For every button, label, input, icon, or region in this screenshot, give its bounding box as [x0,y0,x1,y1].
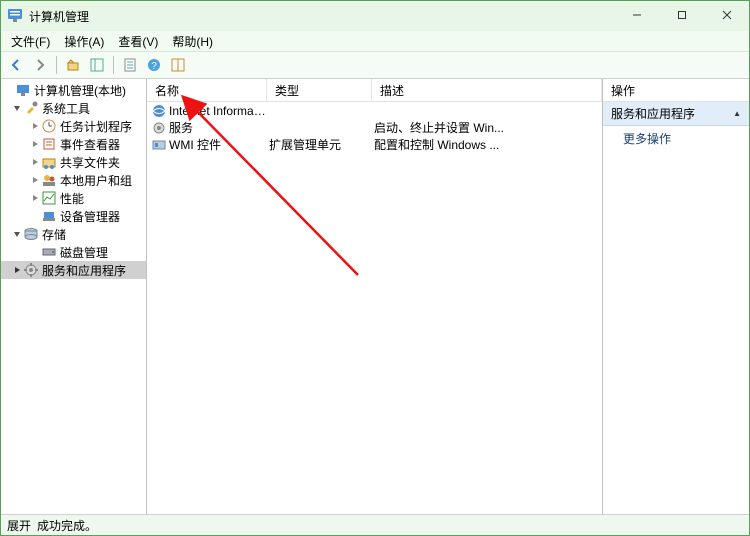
clock-icon [41,118,57,134]
tree-label: 本地用户和组 [60,172,132,189]
services-icon [23,262,39,278]
list-row-iis[interactable]: Internet Information... [147,102,602,119]
close-button[interactable] [704,1,749,29]
tree-task-scheduler[interactable]: 任务计划程序 [1,117,146,135]
cell-desc: 配置和控制 Windows ... [374,136,602,153]
toolbar-separator [113,56,114,74]
expand-icon[interactable] [29,174,41,186]
tree-label: 系统工具 [42,100,90,117]
expand-icon[interactable] [29,156,41,168]
expand-icon[interactable] [29,120,41,132]
toolbar: ? [1,51,749,79]
collapse-icon[interactable] [11,102,23,114]
action-more[interactable]: 更多操作 [603,126,749,151]
tree-performance[interactable]: 性能 [1,189,146,207]
window-title: 计算机管理 [29,8,89,25]
menu-action[interactable]: 操作(A) [58,31,110,52]
device-icon [41,208,57,224]
titlebar: 计算机管理 [1,1,749,31]
disk-icon [41,244,57,260]
folder-share-icon [41,154,57,170]
toolbar-separator [56,56,57,74]
up-button[interactable] [62,54,84,76]
back-button[interactable] [5,54,27,76]
cell-type: 扩展管理单元 [269,136,374,153]
cell-name: WMI 控件 [169,136,269,153]
tree-pane[interactable]: 计算机管理(本地) 系统工具 任务计划程序 事件查看器 [1,79,147,514]
cell-name: Internet Information... [169,104,269,118]
svg-text:?: ? [151,61,157,72]
performance-icon [41,190,57,206]
cell-desc: 启动、终止并设置 Win... [374,119,602,136]
status-label: 展开 [7,517,31,534]
tree-label: 任务计划程序 [60,118,132,135]
expand-icon[interactable] [29,192,41,204]
expand-icon[interactable] [29,138,41,150]
tree-local-users[interactable]: 本地用户和组 [1,171,146,189]
iis-icon [151,103,167,119]
list-row-services[interactable]: 服务 启动、终止并设置 Win... [147,119,602,136]
tree-disk-management[interactable]: 磁盘管理 [1,243,146,261]
refresh-button[interactable] [167,54,189,76]
users-icon [41,172,57,188]
collapse-icon[interactable] [11,228,23,240]
column-type[interactable]: 类型 [267,79,372,101]
caret-up-icon: ▲ [733,109,741,118]
tree-label: 磁盘管理 [60,244,108,261]
menubar: 文件(F) 操作(A) 查看(V) 帮助(H) [1,31,749,51]
actions-title: 操作 [603,79,749,102]
window-frame: 计算机管理 文件(F) 操作(A) 查看(V) 帮助(H) [0,0,750,536]
show-hide-tree-button[interactable] [86,54,108,76]
computer-icon [15,82,31,98]
actions-pane: 操作 服务和应用程序 ▲ 更多操作 [603,79,749,514]
statusbar: 展开 成功完成。 [1,514,749,535]
tree-system-tools[interactable]: 系统工具 [1,99,146,117]
status-text: 成功完成。 [37,517,97,534]
maximize-button[interactable] [659,1,704,29]
list-pane: 名称 类型 描述 Internet Information... 服务 启动、终… [147,79,603,514]
wmi-icon [151,137,167,153]
menu-help[interactable]: 帮助(H) [166,31,219,52]
tree-label: 服务和应用程序 [42,262,126,279]
help-button[interactable]: ? [143,54,165,76]
tree-device-manager[interactable]: 设备管理器 [1,207,146,225]
list-header: 名称 类型 描述 [147,79,602,102]
storage-icon [23,226,39,242]
column-name[interactable]: 名称 [147,79,267,101]
forward-button[interactable] [29,54,51,76]
tree-label: 事件查看器 [60,136,120,153]
minimize-button[interactable] [614,1,659,29]
tree-label: 性能 [60,190,84,207]
gear-icon [151,120,167,136]
properties-button[interactable] [119,54,141,76]
body: 计算机管理(本地) 系统工具 任务计划程序 事件查看器 [1,79,749,514]
tree-root-label: 计算机管理(本地) [34,82,126,99]
tree-label: 设备管理器 [60,208,120,225]
tree-storage[interactable]: 存储 [1,225,146,243]
cell-name: 服务 [169,119,269,136]
tree-shared-folders[interactable]: 共享文件夹 [1,153,146,171]
list-row-wmi[interactable]: WMI 控件 扩展管理单元 配置和控制 Windows ... [147,136,602,153]
tree-root[interactable]: 计算机管理(本地) [1,81,146,99]
event-icon [41,136,57,152]
tree-label: 存储 [42,226,66,243]
menu-file[interactable]: 文件(F) [5,31,56,52]
tools-icon [23,100,39,116]
list-body[interactable]: Internet Information... 服务 启动、终止并设置 Win.… [147,102,602,514]
column-desc[interactable]: 描述 [372,79,602,101]
app-icon [7,7,23,26]
actions-section[interactable]: 服务和应用程序 ▲ [603,102,749,126]
menu-view[interactable]: 查看(V) [112,31,164,52]
tree-event-viewer[interactable]: 事件查看器 [1,135,146,153]
actions-section-label: 服务和应用程序 [611,105,695,122]
tree-label: 共享文件夹 [60,154,120,171]
expand-icon[interactable] [11,264,23,276]
tree-services-apps[interactable]: 服务和应用程序 [1,261,146,279]
